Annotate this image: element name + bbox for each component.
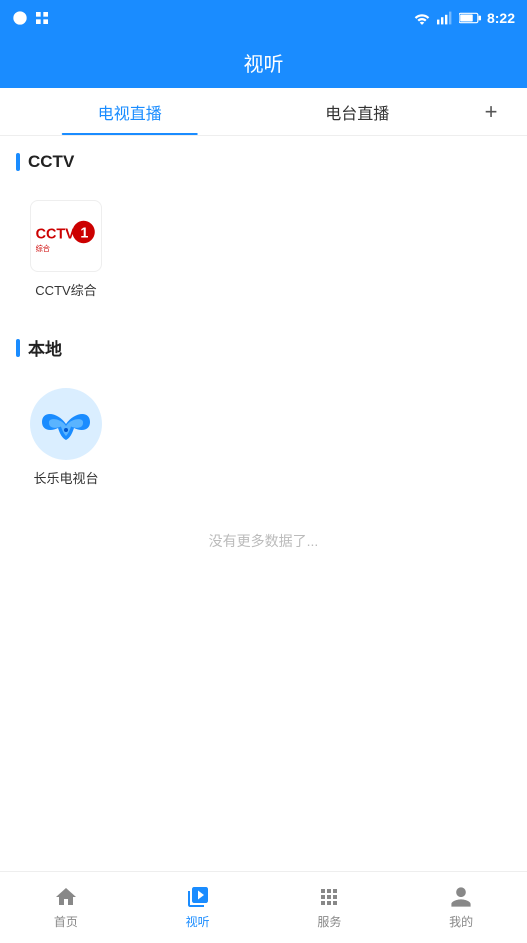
section-cctv-header: CCTV	[0, 136, 527, 180]
home-icon	[54, 885, 78, 909]
cctv1-name: CCTV综合	[35, 280, 96, 299]
tab-tv[interactable]: 电视直播	[16, 88, 244, 135]
wifi-icon	[413, 11, 431, 25]
nav-label-media: 视听	[186, 913, 210, 930]
person-icon	[449, 885, 473, 909]
nav-label-home: 首页	[54, 913, 78, 930]
cctv1-svg: CCTV 1 综合	[34, 216, 98, 256]
tabs-bar: 电视直播 电台直播 +	[0, 88, 527, 136]
signal-icon	[437, 11, 453, 25]
main-content: 电视直播 电台直播 + CCTV CCTV	[0, 88, 527, 943]
services-icon	[317, 885, 341, 909]
section-bar-cctv	[16, 153, 20, 171]
changle-name: 长乐电视台	[33, 468, 98, 487]
nav-item-services[interactable]: 服务	[264, 872, 396, 943]
tab-add-button[interactable]: +	[471, 99, 511, 125]
section-bar-local	[16, 339, 20, 357]
status-bar-right-icons: 8:22	[413, 10, 515, 26]
nav-item-home[interactable]: 首页	[0, 872, 132, 943]
app-icon	[34, 10, 50, 26]
local-channel-grid: 长乐电视台	[0, 368, 527, 507]
cctv1-logo: CCTV 1 综合	[30, 200, 102, 272]
channel-item-cctv1[interactable]: CCTV 1 综合 CCTV综合	[16, 188, 116, 311]
content-area: CCTV CCTV 1 综合 CCTV综合	[0, 136, 527, 943]
bottom-nav: 首页 视听 服务 我的	[0, 871, 527, 943]
no-more-text: 没有更多数据了...	[0, 507, 527, 575]
status-time: 8:22	[487, 10, 515, 26]
cctv-channel-grid: CCTV 1 综合 CCTV综合	[0, 180, 527, 319]
changle-svg	[30, 388, 102, 460]
nav-item-mine[interactable]: 我的	[395, 872, 527, 943]
status-bar-left-icons	[12, 10, 50, 26]
nav-label-services: 服务	[317, 913, 341, 930]
svg-text:1: 1	[80, 226, 88, 242]
media-icon	[186, 885, 210, 909]
changle-logo	[30, 388, 102, 460]
header-title: 视听	[244, 48, 284, 77]
channel-item-changle[interactable]: 长乐电视台	[16, 376, 116, 499]
nav-item-media[interactable]: 视听	[132, 872, 264, 943]
nav-label-mine: 我的	[449, 913, 473, 930]
section-local-header: 本地	[0, 319, 527, 368]
status-bar: 8:22	[0, 0, 527, 36]
android-icon	[12, 10, 28, 26]
tab-radio[interactable]: 电台直播	[244, 88, 472, 135]
svg-text:CCTV: CCTV	[36, 226, 76, 242]
svg-text:综合: 综合	[36, 244, 50, 253]
header: 视听	[0, 36, 527, 88]
battery-icon	[459, 12, 481, 24]
